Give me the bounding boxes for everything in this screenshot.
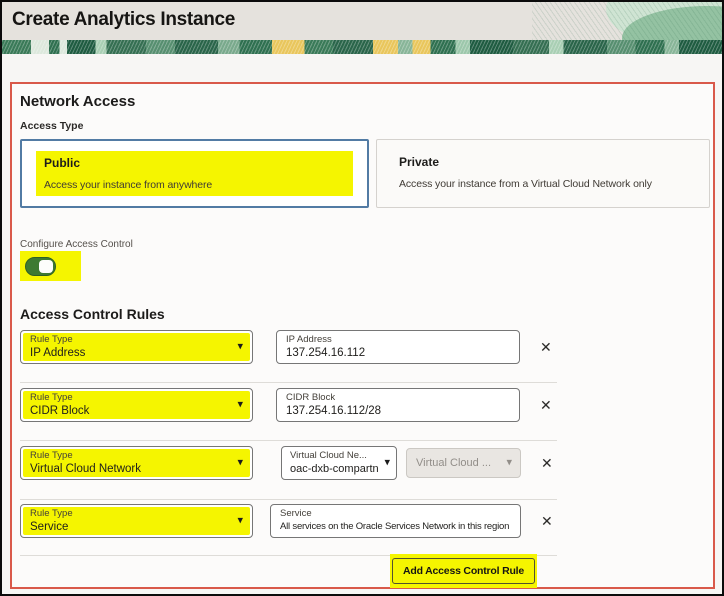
rule-type-highlight: Rule Type Virtual Cloud Network bbox=[23, 449, 250, 477]
field-label: CIDR Block bbox=[286, 393, 519, 403]
access-type-options: Public Access your instance from anywher… bbox=[20, 139, 713, 208]
service-input[interactable]: Service All services on the Oracle Servi… bbox=[270, 504, 521, 538]
access-control-rules-list: Rule Type IP Address ▾ IP Address 137.25… bbox=[20, 330, 713, 588]
public-option-title: Public bbox=[44, 156, 345, 170]
access-control-rule-row: Rule Type Virtual Cloud Network ▾ Virtua… bbox=[20, 446, 713, 480]
rule-type-label: Rule Type bbox=[30, 335, 250, 345]
access-type-option-public[interactable]: Public Access your instance from anywher… bbox=[20, 139, 369, 208]
remove-rule-button[interactable]: ✕ bbox=[537, 512, 557, 530]
remove-rule-button[interactable]: ✕ bbox=[537, 454, 557, 472]
private-option-title: Private bbox=[399, 155, 687, 169]
public-option-description: Access your instance from anywhere bbox=[44, 179, 345, 191]
remove-rule-button[interactable]: ✕ bbox=[536, 396, 556, 414]
access-control-rule-row: Rule Type CIDR Block ▾ CIDR Block 137.25… bbox=[20, 388, 713, 422]
field-value: oac-dxb-compartn bbox=[290, 463, 396, 475]
add-access-control-rule-button[interactable]: Add Access Control Rule bbox=[392, 558, 535, 584]
row-divider bbox=[20, 499, 557, 500]
field-label: IP Address bbox=[286, 335, 519, 345]
field-value: 137.254.16.112/28 bbox=[286, 405, 519, 417]
toggle-knob bbox=[39, 260, 53, 273]
section-heading-access-control-rules: Access Control Rules bbox=[20, 307, 713, 321]
row-divider bbox=[20, 382, 557, 383]
rule-type-highlight: Rule Type Service bbox=[23, 507, 250, 535]
access-type-option-private[interactable]: Private Access your instance from a Virt… bbox=[376, 139, 710, 208]
vcn-select-disabled: Virtual Cloud ... ▾ bbox=[406, 448, 521, 478]
section-heading-network-access: Network Access bbox=[20, 94, 713, 110]
rule-type-label: Rule Type bbox=[30, 451, 250, 461]
network-access-panel: Network Access Access Type Public Access… bbox=[10, 82, 715, 589]
rule-type-select[interactable]: Rule Type CIDR Block ▾ bbox=[20, 388, 253, 422]
toggle-highlight bbox=[20, 251, 81, 281]
cidr-block-input[interactable]: CIDR Block 137.254.16.112/28 bbox=[276, 388, 520, 422]
access-control-rule-row: Rule Type Service ▾ Service All services… bbox=[20, 504, 713, 538]
access-type-label: Access Type bbox=[20, 121, 713, 132]
field-value: 137.254.16.112 bbox=[286, 347, 519, 359]
row-divider bbox=[20, 440, 557, 441]
dialog-title: Create Analytics Instance bbox=[12, 9, 235, 31]
rule-type-highlight: Rule Type IP Address bbox=[23, 333, 250, 361]
field-value: Virtual Cloud ... bbox=[416, 457, 491, 469]
field-label: Virtual Cloud Ne... bbox=[290, 451, 396, 461]
private-option-description: Access your instance from a Virtual Clou… bbox=[399, 178, 687, 190]
field-label: Service bbox=[280, 509, 517, 519]
rule-type-value: CIDR Block bbox=[30, 405, 250, 417]
decorative-banner bbox=[2, 40, 722, 54]
access-control-rule-row: Rule Type IP Address ▾ IP Address 137.25… bbox=[20, 330, 713, 364]
rule-type-select[interactable]: Rule Type IP Address ▾ bbox=[20, 330, 253, 364]
header-hatch-pattern bbox=[532, 2, 722, 40]
vcn-compartment-select[interactable]: Virtual Cloud Ne... oac-dxb-compartn ▾ bbox=[281, 446, 397, 480]
screenshot-frame: Create Analytics Instance Network Access… bbox=[0, 0, 724, 596]
chevron-down-icon: ▾ bbox=[506, 455, 512, 468]
field-value: All services on the Oracle Services Netw… bbox=[280, 521, 517, 533]
remove-rule-button[interactable]: ✕ bbox=[536, 338, 556, 356]
configure-access-control-label: Configure Access Control bbox=[20, 239, 713, 250]
rule-type-select[interactable]: Rule Type Virtual Cloud Network ▾ bbox=[20, 446, 253, 480]
rule-type-value: Service bbox=[30, 521, 250, 533]
public-option-highlight: Public Access your instance from anywher… bbox=[36, 151, 353, 196]
add-rule-highlight: Add Access Control Rule bbox=[390, 554, 537, 588]
rule-type-value: Virtual Cloud Network bbox=[30, 463, 250, 475]
dialog-header: Create Analytics Instance bbox=[2, 2, 722, 40]
rule-type-highlight: Rule Type CIDR Block bbox=[23, 391, 250, 419]
rule-type-label: Rule Type bbox=[30, 509, 250, 519]
access-control-toggle[interactable] bbox=[25, 257, 56, 276]
rule-type-label: Rule Type bbox=[30, 393, 250, 403]
rule-type-value: IP Address bbox=[30, 347, 250, 359]
rule-type-select[interactable]: Rule Type Service ▾ bbox=[20, 504, 253, 538]
ip-address-input[interactable]: IP Address 137.254.16.112 bbox=[276, 330, 520, 364]
